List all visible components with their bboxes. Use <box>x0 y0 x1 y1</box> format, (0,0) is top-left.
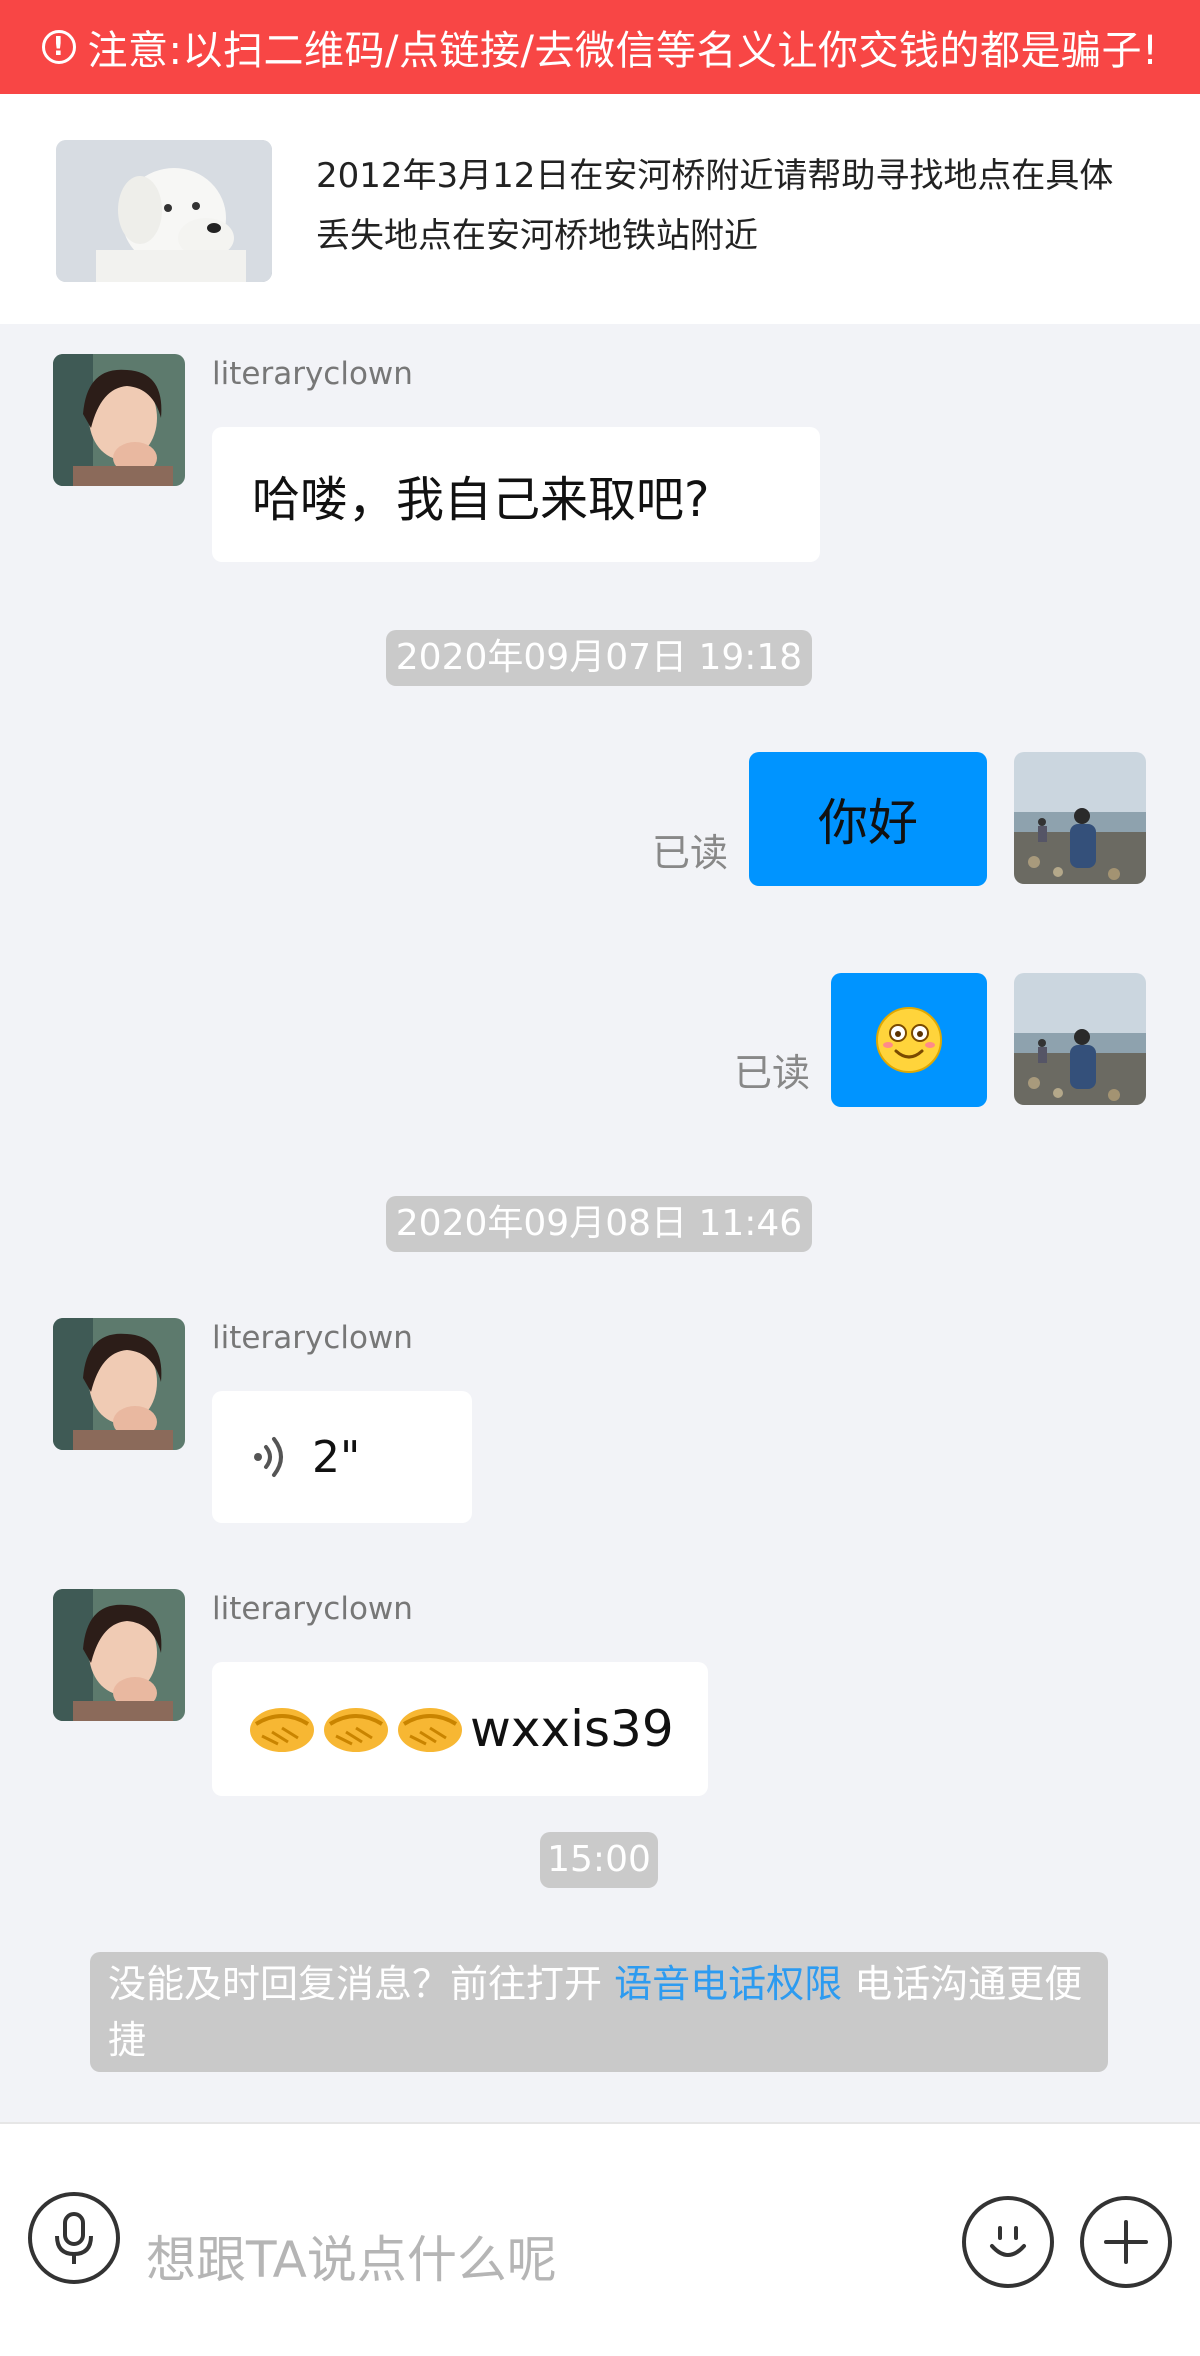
sender-name: literaryclown <box>212 1591 413 1627</box>
smiley-icon <box>990 2226 1026 2257</box>
voice-permission-notice: 没能及时回复消息？前往打开 语音电话权限 电话沟通更便捷 <box>90 1952 1108 2072</box>
my-avatar[interactable] <box>1014 973 1146 1105</box>
my-avatar[interactable] <box>1014 752 1146 884</box>
timestamp: 2020年09月07日 19:18 <box>386 630 812 686</box>
message-text: wxxis39 <box>470 1700 674 1758</box>
voice-wave-icon <box>254 1437 283 1477</box>
message-bubble-outgoing[interactable]: 你好 <box>749 752 987 886</box>
smiling-face-emoji <box>876 1007 942 1073</box>
post-description: 2012年3月12日在安河桥附近请帮助寻找地点在具体丢失地点在安河桥地铁站附近 <box>316 156 1114 256</box>
contact-avatar[interactable] <box>53 1589 185 1721</box>
read-status: 已读 <box>652 831 729 875</box>
white-dog-photo <box>56 140 272 282</box>
timestamp: 2020年09月08日 11:46 <box>386 1196 812 1252</box>
plus-icon <box>1104 2220 1148 2264</box>
voice-message-bubble[interactable]: 2" <box>212 1391 472 1523</box>
message-input-bar: 想跟TA说点什么呢 <box>0 2122 1200 2356</box>
contact-avatar[interactable] <box>53 1318 185 1450</box>
message-text: 哈喽，我自己来取吧? <box>252 471 710 528</box>
message-bubble-incoming[interactable]: wxxis39 <box>212 1662 708 1796</box>
voice-call-permission-link[interactable]: 语音电话权限 <box>614 1962 842 2006</box>
emoji-button[interactable] <box>962 2196 1054 2288</box>
scam-warning-banner: ! 注意:以扫二维码/点链接/去微信等名义让你交钱的都是骗子! <box>0 0 1200 94</box>
post-thumbnail[interactable] <box>56 140 272 282</box>
voice-duration: 2" <box>312 1431 361 1483</box>
scam-warning-text: 注意:以扫二维码/点链接/去微信等名义让你交钱的都是骗子! <box>87 28 1159 74</box>
timestamp: 15:00 <box>540 1832 658 1888</box>
message-bubble-outgoing[interactable] <box>831 973 987 1107</box>
notice-text-prefix: 没能及时回复消息？前往打开 <box>108 1962 615 2006</box>
message-text: 你好 <box>818 794 918 852</box>
sender-name: literaryclown <box>212 356 413 392</box>
message-input[interactable]: 想跟TA说点什么呢 <box>146 2220 557 2292</box>
handshake-emoji <box>250 1708 462 1752</box>
exclamation-circle-icon: ! <box>41 30 76 64</box>
message-bubble-incoming[interactable]: 哈喽，我自己来取吧? <box>212 427 820 562</box>
contact-avatar[interactable] <box>53 354 185 486</box>
sender-name: literaryclown <box>212 1320 413 1356</box>
microphone-icon <box>55 2212 93 2264</box>
read-status: 已读 <box>734 1051 811 1095</box>
more-options-button[interactable] <box>1080 2196 1172 2288</box>
voice-input-button[interactable] <box>28 2192 120 2284</box>
post-summary[interactable]: 2012年3月12日在安河桥附近请帮助寻找地点在具体丢失地点在安河桥地铁站附近 <box>0 94 1200 324</box>
